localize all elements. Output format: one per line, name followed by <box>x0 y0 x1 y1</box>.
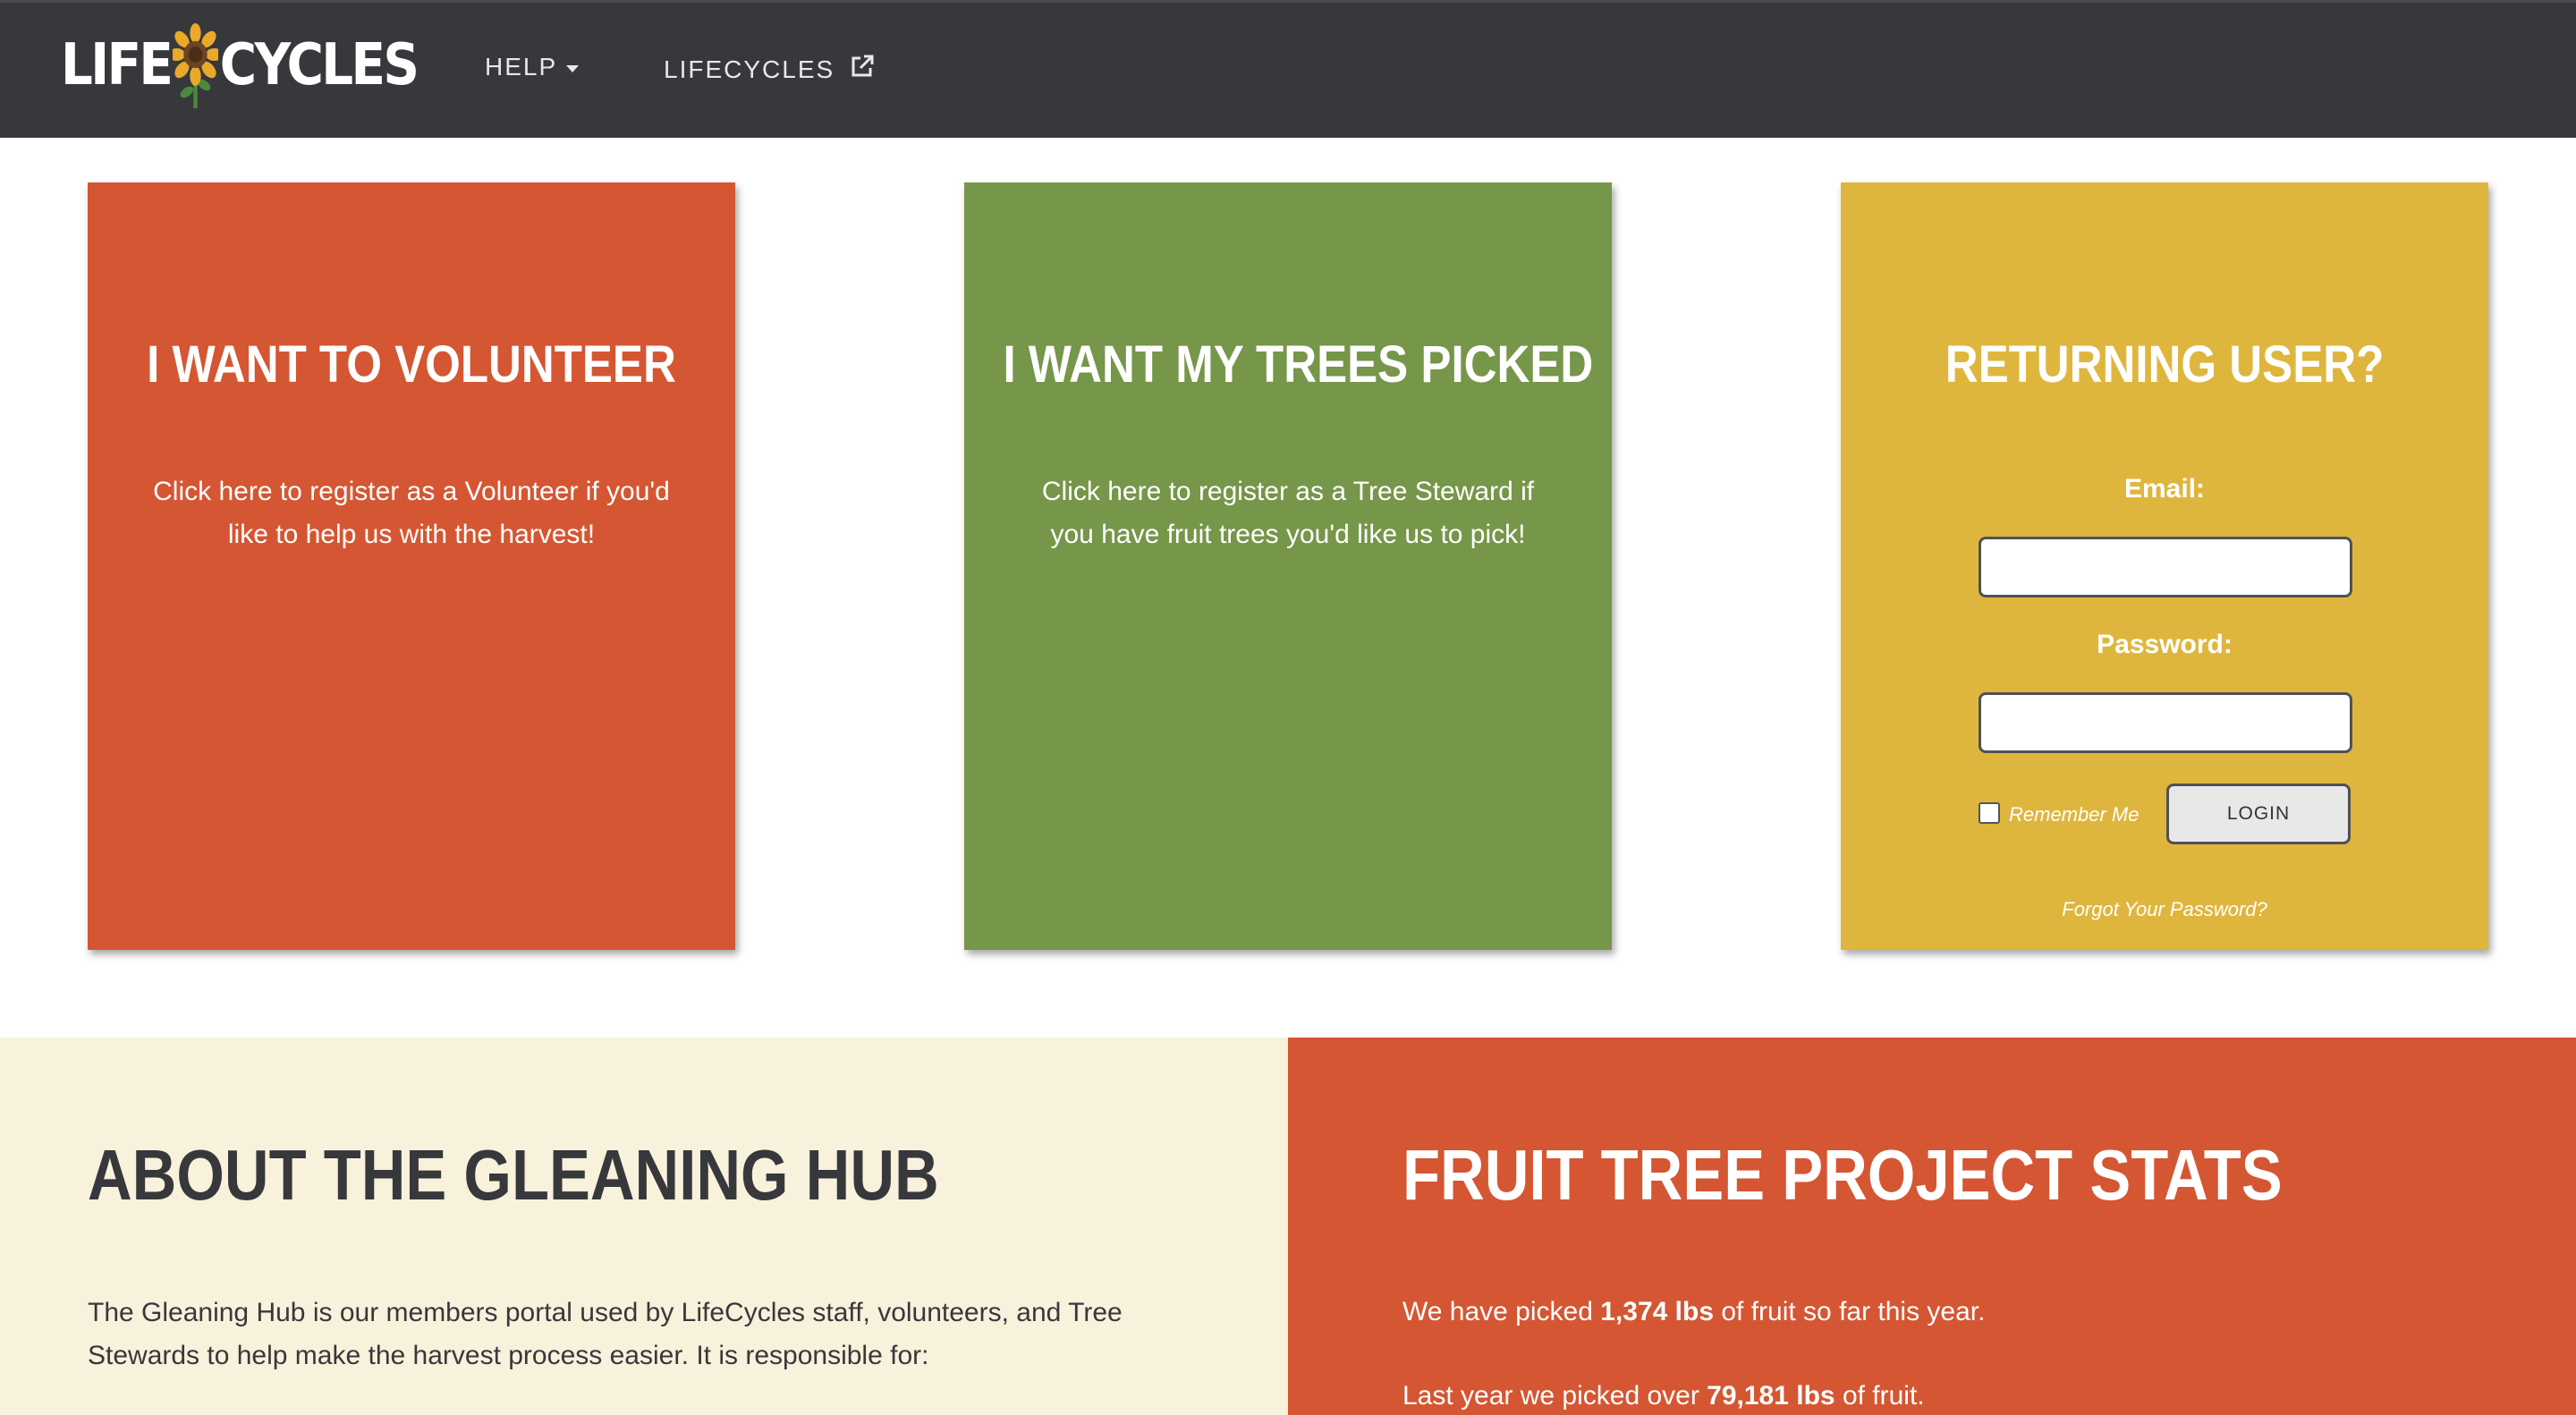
nav-help-label: HELP <box>485 53 558 80</box>
nav-lifecycles-link[interactable]: LIFECYCLES <box>664 53 876 86</box>
tree-steward-card[interactable]: I WANT MY TREES PICKED Click here to reg… <box>964 182 1612 950</box>
remember-me-control[interactable]: Remember Me <box>1979 802 2140 826</box>
volunteer-card-text: Click here to register as a Volunteer if… <box>153 477 670 549</box>
email-label: Email: <box>2123 474 2206 504</box>
caret-down-icon <box>566 65 580 72</box>
forgot-password-link[interactable]: Forgot Your Password? <box>1841 898 2488 921</box>
password-field[interactable] <box>1979 692 2352 753</box>
stat-this-year-suffix: of fruit so far this year. <box>1714 1297 1986 1326</box>
volunteer-card-title: I WANT TO VOLUNTEER <box>147 335 676 394</box>
external-link-icon <box>849 53 876 86</box>
password-label: Password: <box>2097 630 2233 659</box>
stat-last-year: Last year we picked over 79,181 lbs of f… <box>1402 1381 1925 1411</box>
about-title: ABOUT THE GLEANING HUB <box>88 1135 939 1215</box>
stats-section: FRUIT TREE PROJECT STATS We have picked … <box>1288 1038 2576 1415</box>
logo-text-life: LIFE <box>61 32 174 98</box>
tree-steward-card-title: I WANT MY TREES PICKED <box>1003 335 1594 394</box>
tree-steward-card-text: Click here to register as a Tree Steward… <box>1041 477 1535 549</box>
nav-lifecycles-label: LIFECYCLES <box>664 55 835 83</box>
remember-me-label: Remember Me <box>2009 803 2140 826</box>
stat-this-year-value: 1,374 lbs <box>1600 1297 1715 1326</box>
login-card-title: RETURNING USER? <box>1945 335 2385 394</box>
top-navbar: LIFE CYCLES HELP LIFECYCLES <box>0 0 2576 138</box>
email-field[interactable] <box>1979 537 2352 597</box>
stat-last-year-value: 79,181 lbs <box>1707 1381 1835 1411</box>
stat-this-year-prefix: We have picked <box>1402 1297 1601 1326</box>
stat-last-year-prefix: Last year we picked over <box>1402 1381 1707 1411</box>
login-button[interactable]: LOGIN <box>2166 784 2351 844</box>
nav-help-dropdown[interactable]: HELP <box>485 53 580 81</box>
stat-last-year-suffix: of fruit. <box>1835 1381 1925 1411</box>
volunteer-card[interactable]: I WANT TO VOLUNTEER Click here to regist… <box>88 182 735 950</box>
remember-me-checkbox[interactable] <box>1979 802 2000 824</box>
login-card: RETURNING USER? Email: Password: Remembe… <box>1841 182 2488 950</box>
stat-this-year: We have picked 1,374 lbs of fruit so far… <box>1402 1297 1985 1327</box>
stats-title: FRUIT TREE PROJECT STATS <box>1402 1135 2283 1215</box>
lifecycles-logo[interactable]: LIFE CYCLES <box>61 21 419 110</box>
about-text: The Gleaning Hub is our members portal u… <box>88 1298 1123 1370</box>
sunflower-icon <box>172 21 219 110</box>
about-section: ABOUT THE GLEANING HUB The Gleaning Hub … <box>0 1038 1288 1415</box>
logo-text-cycles: CYCLES <box>219 32 419 98</box>
